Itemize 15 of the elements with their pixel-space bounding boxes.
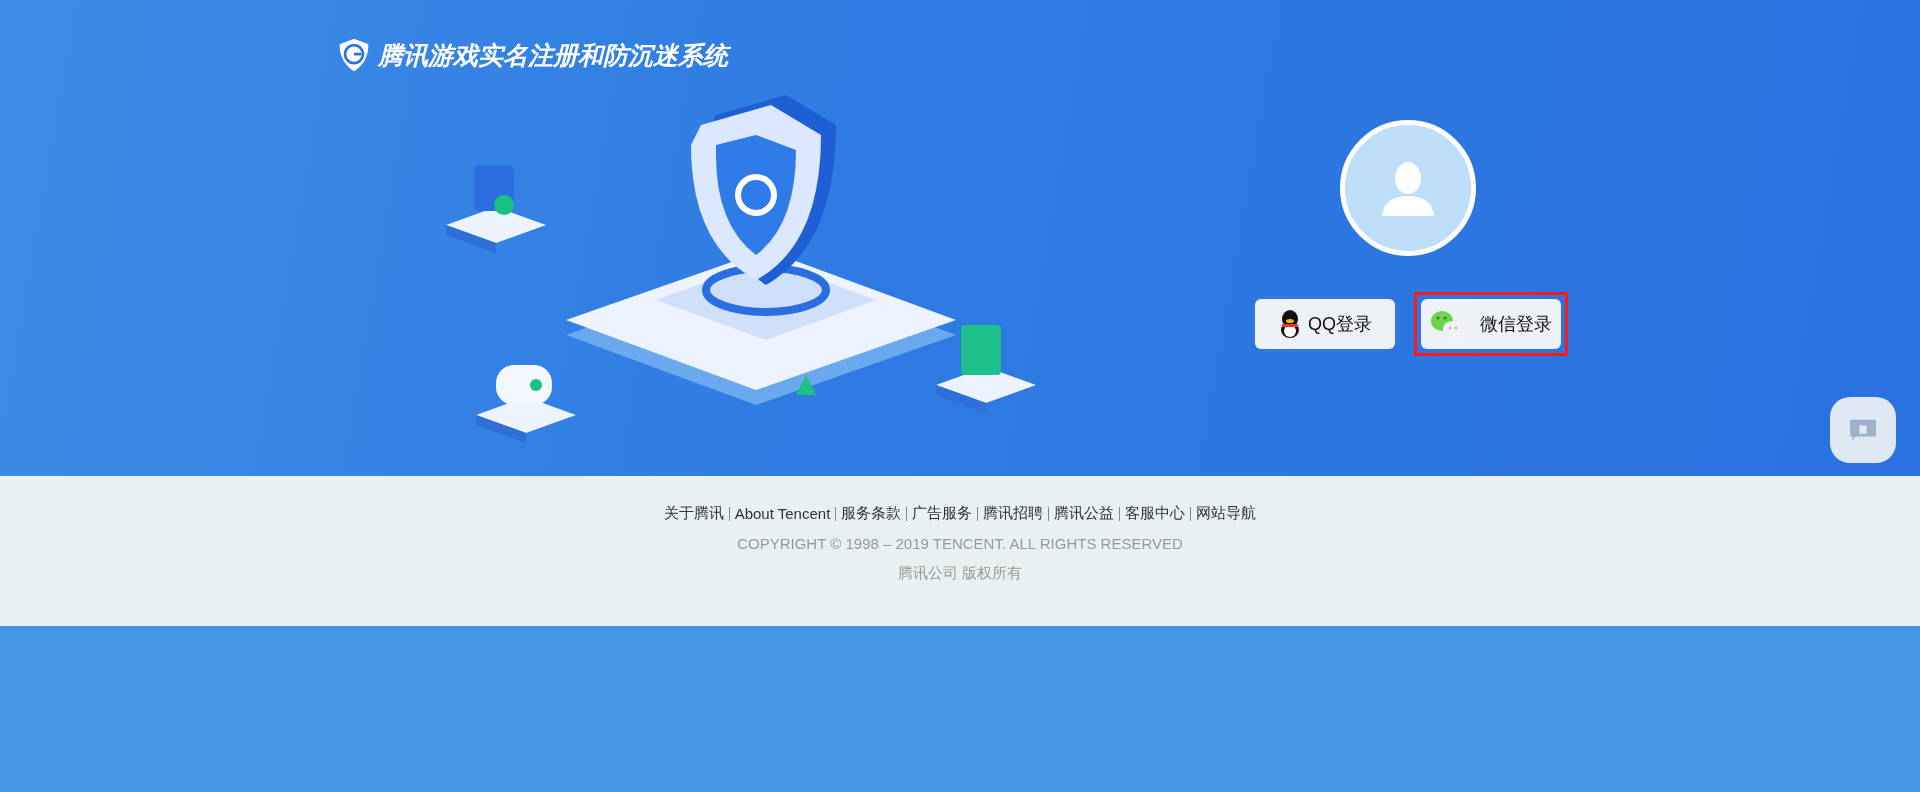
footer-link[interactable]: 服务条款	[841, 504, 902, 523]
footer-link[interactable]: 广告服务	[912, 504, 973, 523]
customer-service-button[interactable]	[1830, 397, 1896, 463]
qq-login-button[interactable]: QQ登录	[1255, 299, 1395, 349]
footer-link[interactable]: About Tencent	[734, 505, 831, 522]
chat-bubble-icon	[1848, 418, 1878, 442]
penguin-icon	[1278, 309, 1302, 339]
footer-link[interactable]: 网站导航	[1196, 504, 1257, 523]
footer-link[interactable]: 关于腾讯	[663, 504, 724, 523]
footer-link[interactable]: 客服中心	[1125, 504, 1186, 523]
wechat-login-button[interactable]: 微信登录	[1421, 299, 1561, 349]
footer-link[interactable]: 腾讯公益	[1054, 504, 1115, 523]
company-text: 腾讯公司 版权所有	[897, 564, 1023, 583]
footer-link[interactable]: 腾讯招聘	[983, 504, 1044, 523]
copyright-text: COPYRIGHT © 1998 – 2019 TENCENT. ALL RIGHTS RESERVED	[737, 535, 1183, 552]
